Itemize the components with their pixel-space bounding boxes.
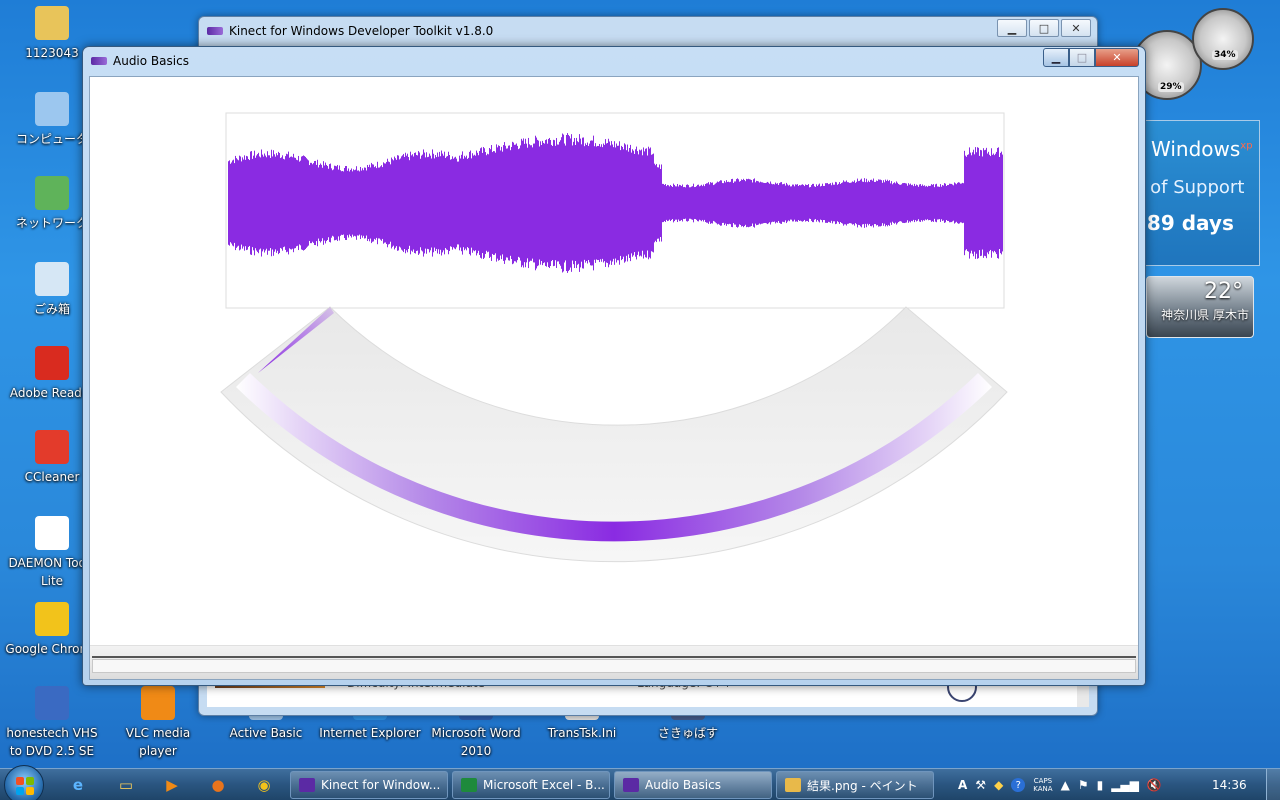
wrench-icon[interactable]: ⚒ [975, 778, 986, 792]
minimize-button[interactable]: ▁ [1043, 48, 1069, 67]
kinect-icon [299, 778, 315, 792]
desktop-icon-label: Internet Explorer [319, 726, 421, 740]
start-button[interactable] [4, 765, 44, 800]
volume-muted-icon[interactable]: 🔇 [1147, 778, 1162, 792]
close-button[interactable]: ✕ [1061, 19, 1091, 37]
internet-explorer-icon: e [72, 776, 84, 794]
desktop-icon-label: VLC media player [125, 726, 191, 758]
chrome-icon: ◉ [257, 776, 271, 794]
firefox-icon: ● [211, 776, 225, 794]
honestech-icon [35, 686, 69, 720]
status-divider [92, 656, 1136, 658]
status-text [92, 659, 1136, 673]
media-player-icon: ▶ [166, 776, 178, 794]
gadget-days-left: 189 days [1133, 211, 1234, 235]
kinect-icon [207, 27, 223, 35]
audio-visualization [220, 112, 1008, 563]
kinect-icon [623, 778, 639, 792]
folder-icon: ▭ [118, 776, 134, 794]
notification-area: A ⚒ ◆ ? CAPS KANA ▲ ⚑ ▮ ▂▄▆ 🔇 [958, 769, 1162, 800]
pinned-internet-explorer[interactable]: e [58, 771, 98, 799]
gadget-brand: Windowsxp [1151, 137, 1253, 161]
paint-icon [785, 778, 801, 792]
kinect-icon [91, 57, 107, 65]
cpu-meter-gadget[interactable]: 29% 34% [1130, 8, 1254, 100]
desktop-icon-label: Active Basic [229, 726, 303, 740]
weather-gadget[interactable]: 22° 神奈川県 厚木市 [1146, 276, 1254, 338]
ime-mode-indicator[interactable]: A [958, 778, 967, 792]
pinned-chrome[interactable]: ◉ [244, 771, 284, 799]
system-clock[interactable]: 14:36 [1212, 778, 1247, 792]
maximize-button[interactable]: □ [1069, 48, 1095, 67]
task-label: Microsoft Excel - B... [483, 778, 605, 792]
windows-support-gadget[interactable]: Windowsxp d of Support 189 days [1128, 120, 1260, 266]
desktop-icon-label: TransTsk.Ini [547, 726, 617, 740]
task-audio-basics[interactable]: Audio Basics [614, 771, 772, 799]
task-label: Kinect for Window... [321, 778, 441, 792]
memory-percent: 34% [1212, 50, 1238, 60]
ime-pad-icon[interactable]: ◆ [994, 778, 1003, 792]
windows-logo-icon [16, 777, 34, 795]
task-excel[interactable]: Microsoft Excel - B... [452, 771, 610, 799]
memory-dial [1192, 8, 1254, 70]
pinned-media-player[interactable]: ▶ [152, 771, 192, 799]
kana-indicator: KANA [1033, 785, 1053, 793]
folder-icon [35, 6, 69, 40]
action-center-flag-icon[interactable]: ⚑ [1078, 778, 1089, 792]
show-hidden-icons-chevron[interactable]: ▲ [1061, 778, 1070, 792]
weather-location: 神奈川県 厚木市 [1161, 308, 1249, 322]
desktop-icon-label: honestech VHS to DVD 2.5 SE [6, 726, 98, 758]
vlc-icon [141, 686, 175, 720]
weather-temperature: 22° [1204, 279, 1243, 304]
ccleaner-icon [35, 430, 69, 464]
recycle-bin-icon [35, 262, 69, 296]
battery-icon[interactable]: ▮ [1097, 778, 1104, 792]
chrome-icon [35, 602, 69, 636]
task-paint[interactable]: 結果.png - ペイント [776, 771, 934, 799]
daemon-tools-icon [35, 516, 69, 550]
network-signal-icon[interactable]: ▂▄▆ [1111, 778, 1139, 792]
adobe-reader-icon [35, 346, 69, 380]
caps-indicator: CAPS [1033, 777, 1053, 785]
task-label: 結果.png - ペイント [807, 778, 918, 793]
maximize-button[interactable]: □ [1029, 19, 1059, 37]
audio-basics-titlebar[interactable]: Audio Basics [83, 47, 1145, 75]
network-icon [35, 176, 69, 210]
pinned-firefox[interactable]: ● [198, 771, 238, 799]
caps-kana-indicator: CAPS KANA [1033, 777, 1052, 793]
window-title: Audio Basics [113, 54, 189, 68]
gadget-support-text: d of Support [1133, 177, 1245, 198]
cpu-percent: 29% [1158, 82, 1184, 92]
desktop-icon-vlc[interactable]: VLC media player [106, 686, 210, 760]
status-bar [90, 645, 1138, 679]
taskbar: e ▭ ▶ ● ◉ Kinect for Window... Microsoft Exce… [0, 765, 1280, 800]
audio-basics-window[interactable]: Audio Basics ▁ □ ✕ [82, 46, 1146, 686]
desktop-icon-label: Microsoft Word 2010 [431, 726, 521, 758]
task-kinect-toolkit[interactable]: Kinect for Window... [290, 771, 448, 799]
excel-icon [461, 778, 477, 792]
show-desktop-button[interactable] [1266, 769, 1280, 800]
task-label: Audio Basics [645, 778, 721, 792]
desktop-icon-label: さきゅばす [657, 726, 718, 740]
audio-basics-client [89, 76, 1139, 680]
kinect-toolkit-titlebar[interactable]: Kinect for Windows Developer Toolkit v1.… [199, 17, 1097, 45]
close-button[interactable]: ✕ [1095, 48, 1139, 67]
minimize-button[interactable]: ▁ [997, 19, 1027, 37]
help-icon[interactable]: ? [1011, 778, 1026, 792]
desktop-icon-honestech[interactable]: honestech VHS to DVD 2.5 SE [0, 686, 104, 760]
window-title: Kinect for Windows Developer Toolkit v1.… [229, 24, 494, 38]
pinned-explorer[interactable]: ▭ [106, 771, 146, 799]
computer-icon [35, 92, 69, 126]
